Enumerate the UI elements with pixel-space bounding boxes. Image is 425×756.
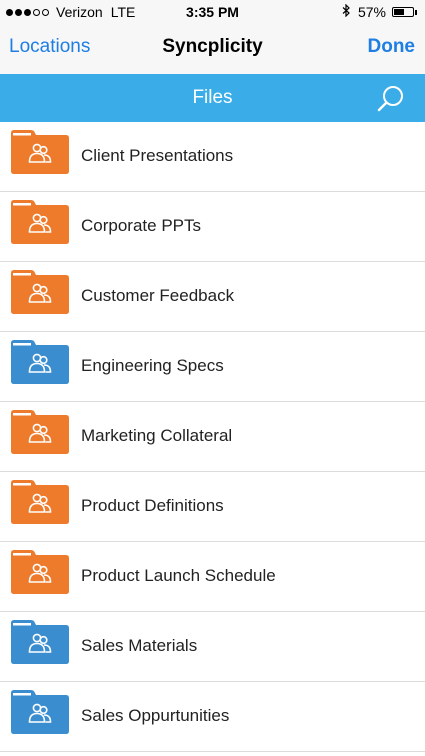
bluetooth-icon (342, 3, 350, 20)
file-name: Engineering Specs (81, 356, 224, 375)
file-name: Customer Feedback (81, 286, 235, 305)
list-item[interactable]: Marketing Collateral (0, 402, 425, 472)
shared-folder-icon (11, 200, 69, 244)
list-item[interactable]: Product Launch Schedule (0, 542, 425, 612)
shared-folder-icon (11, 270, 69, 314)
done-button[interactable]: Done (368, 36, 416, 58)
file-name: Client Presentations (81, 146, 234, 165)
list-item[interactable]: Sales Materials (0, 612, 425, 682)
shared-folder-icon (11, 130, 69, 174)
file-name: Sales Oppurtunities (81, 706, 230, 725)
list-item[interactable]: Engineering Specs (0, 332, 425, 402)
shared-folder-icon (11, 410, 69, 454)
file-name: Sales Materials (81, 636, 198, 655)
section-title: Files (192, 87, 233, 108)
shared-folder-icon (11, 340, 69, 384)
battery-icon (392, 7, 414, 17)
shared-folder-icon (11, 690, 69, 734)
list-item[interactable]: Customer Feedback (0, 262, 425, 332)
list-item[interactable]: Client Presentations (0, 122, 425, 192)
file-name: Product Definitions (81, 496, 224, 515)
page-title: Syncplicity (162, 36, 263, 57)
status-bar: Verizon LTE 3:35 PM 57% (0, 0, 425, 24)
file-name: Corporate PPTs (81, 216, 201, 235)
list-item[interactable]: Sales Oppurtunities (0, 682, 425, 752)
navigation-bar: Locations Syncplicity Done (0, 24, 425, 74)
list-item[interactable]: Product Definitions (0, 472, 425, 542)
battery-percentage: 57% (357, 4, 386, 20)
search-icon[interactable] (376, 84, 406, 114)
file-name: Product Launch Schedule (81, 566, 276, 585)
shared-folder-icon (11, 480, 69, 524)
shared-folder-icon (11, 550, 69, 594)
file-name: Marketing Collateral (81, 426, 233, 445)
files-header-bar: Files (0, 74, 425, 122)
status-right: 57% (342, 3, 417, 20)
file-list: Client Presentations Corporate PPTs Custom… (0, 122, 425, 752)
battery-tip (415, 9, 417, 15)
list-item[interactable]: Corporate PPTs (0, 192, 425, 262)
shared-folder-icon (11, 620, 69, 664)
